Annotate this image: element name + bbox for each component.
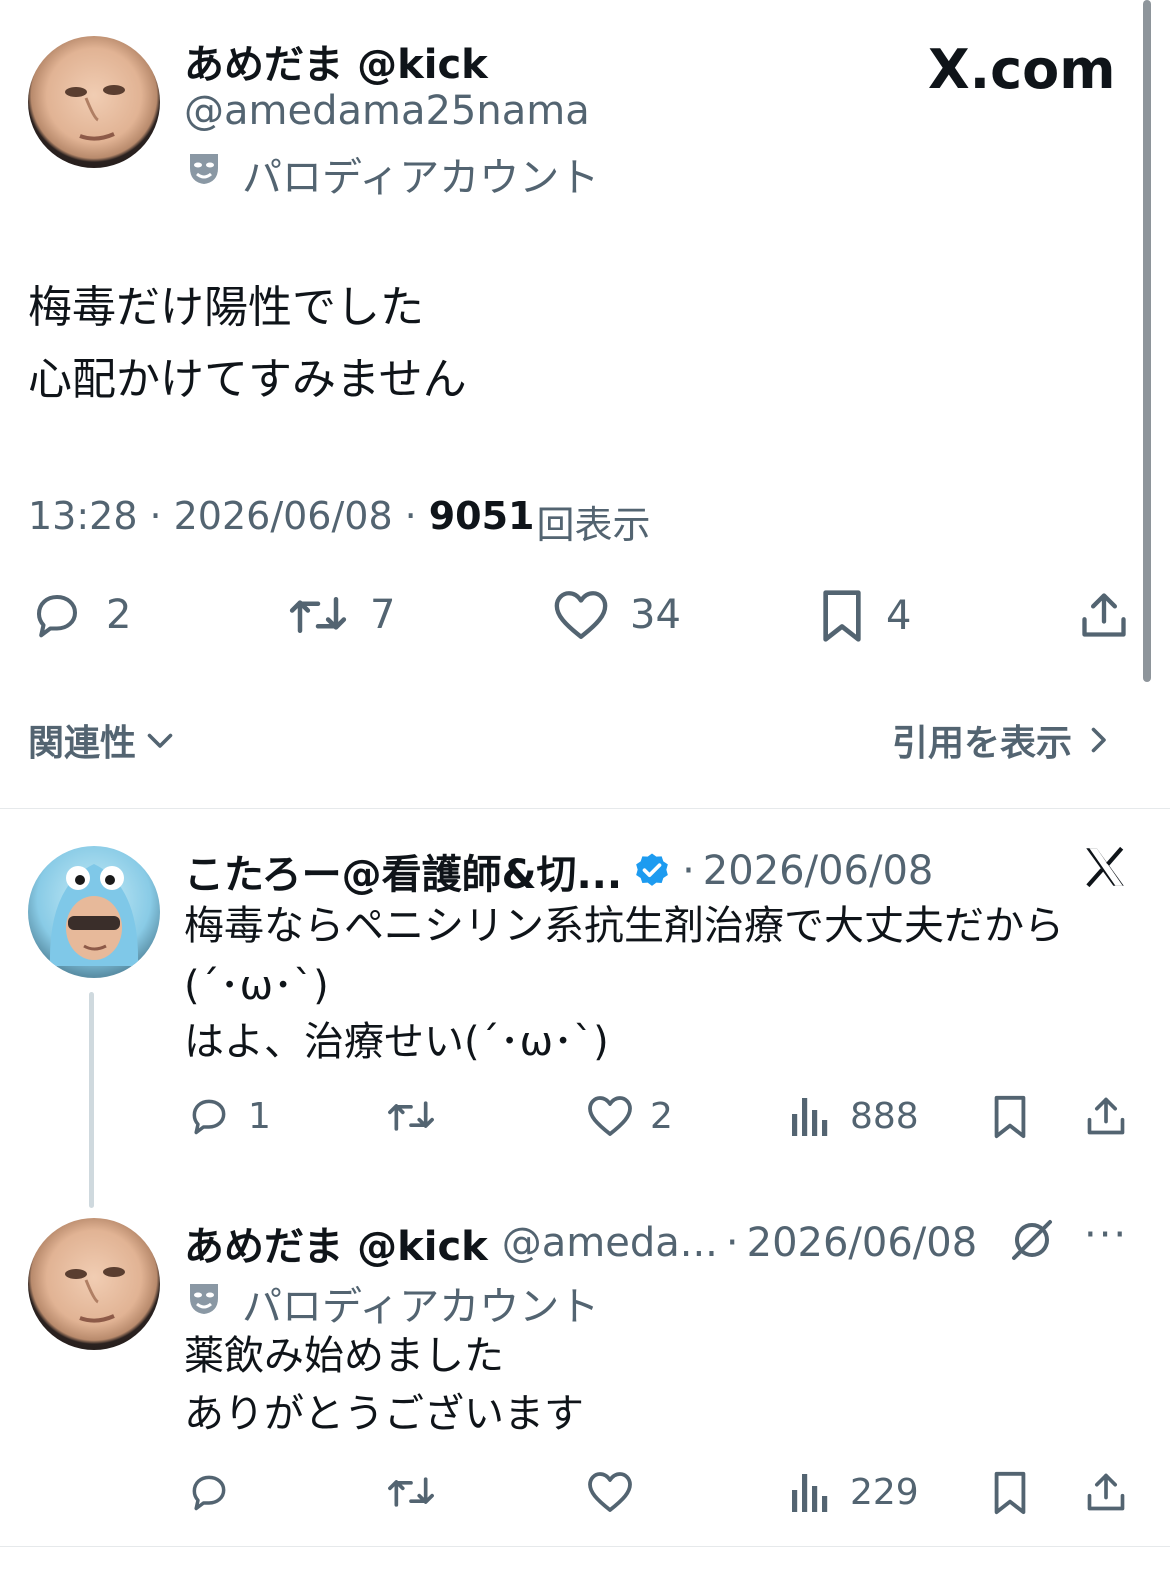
- reply1-text-line1: 梅毒ならペニシリン系抗生剤治療で大丈夫だから: [184, 903, 1064, 949]
- reply2-parody-label: パロディアカウント: [242, 1284, 600, 1330]
- parody-mask-icon: [186, 1280, 222, 1316]
- views-label: 回表示: [536, 503, 651, 547]
- meta-separator: ·: [725, 1220, 739, 1266]
- bookmark-icon: [823, 590, 861, 642]
- reply1-header: こたろー@看護師&切... · 2026/06/08: [184, 842, 933, 900]
- reply-icon: [192, 1475, 226, 1511]
- bookmark-icon: [994, 1471, 1026, 1515]
- reply1-retweet-button[interactable]: [384, 1094, 438, 1138]
- retweet-icon: [289, 597, 347, 633]
- retweet-count: 7: [370, 592, 396, 638]
- reply1-like-count: 2: [650, 1095, 673, 1137]
- retweet-icon: [388, 1477, 434, 1507]
- reply2-like-button[interactable]: [586, 1470, 634, 1514]
- reply2-share-button[interactable]: [1084, 1470, 1128, 1514]
- reply-button[interactable]: 2: [28, 588, 131, 642]
- chevron-down-icon: [147, 733, 173, 748]
- avatar-kotaro[interactable]: [28, 846, 160, 978]
- reply2-retweet-button[interactable]: [384, 1470, 438, 1514]
- reply1-text-line2: (´･ω･`): [184, 963, 329, 1009]
- view-quotes-label: 引用を表示: [892, 723, 1073, 764]
- reply2-author-handle[interactable]: @ameda...: [502, 1220, 718, 1266]
- heart-icon: [554, 591, 608, 639]
- share-icon: [1082, 593, 1126, 637]
- bookmark-button[interactable]: 4: [818, 588, 911, 644]
- relevance-sort-dropdown[interactable]: 関連性: [28, 714, 178, 766]
- heart-icon: [588, 1096, 632, 1136]
- reply2-text-line1: 薬飲み始めました: [184, 1333, 504, 1379]
- reply2-text-line2: ありがとうございます: [184, 1391, 584, 1437]
- main-tweet-text-line2: 心配かけてすみません: [28, 354, 467, 405]
- share-icon: [1087, 1473, 1125, 1511]
- reply2-date[interactable]: 2026/06/08: [747, 1220, 978, 1266]
- parody-mask-icon: [186, 150, 222, 186]
- main-tweet-text-line1: 梅毒だけ陽性でした: [28, 282, 424, 333]
- meta-separator: ·: [682, 848, 695, 894]
- reply2-views-button[interactable]: 229: [790, 1470, 919, 1514]
- retweet-icon: [388, 1101, 434, 1131]
- reply2-views-count: 229: [850, 1471, 919, 1513]
- bookmark-count: 4: [886, 593, 912, 639]
- divider: [0, 1546, 1170, 1547]
- share-button[interactable]: [1078, 588, 1130, 642]
- divider: [0, 808, 1170, 809]
- reply-count: 2: [106, 592, 132, 638]
- reply1-reply-count: 1: [248, 1095, 271, 1137]
- x-logo-icon: [1080, 842, 1130, 892]
- meta-separator: ·: [404, 494, 417, 538]
- reply1-share-button[interactable]: [1084, 1094, 1128, 1138]
- heart-icon: [588, 1472, 632, 1512]
- grok-icon[interactable]: [1008, 1216, 1056, 1264]
- tweet-meta: 13:28 · 2026/06/08 · 9051 回表示: [28, 494, 651, 549]
- tweet-time[interactable]: 13:28: [28, 494, 138, 549]
- relevance-label: 関連性: [28, 723, 137, 764]
- main-author-handle[interactable]: @amedama25nama: [184, 88, 590, 134]
- like-count: 34: [630, 592, 681, 638]
- analytics-icon: [792, 1474, 828, 1512]
- reply1-views-count: 888: [850, 1095, 919, 1137]
- analytics-icon: [792, 1098, 828, 1136]
- x-com-logo: X.com: [928, 38, 1116, 101]
- reply1-reply-button[interactable]: 1: [186, 1094, 271, 1138]
- meta-separator: ·: [149, 494, 162, 538]
- reply2-author-name[interactable]: あめだま @kick: [184, 1214, 488, 1272]
- reply-icon: [192, 1099, 226, 1135]
- verified-badge-icon: [636, 853, 668, 886]
- main-author-name[interactable]: あめだま @kick: [184, 32, 488, 90]
- tweet-date[interactable]: 2026/06/08: [174, 494, 393, 549]
- share-icon: [1087, 1097, 1125, 1135]
- reply2-reply-button[interactable]: [186, 1470, 232, 1514]
- thread-connector-line: [89, 992, 94, 1208]
- retweet-button[interactable]: 7: [286, 588, 395, 642]
- avatar-amedama-reply[interactable]: [28, 1218, 160, 1350]
- reply1-views-button[interactable]: 888: [790, 1094, 919, 1138]
- parody-account-label: パロディアカウント: [242, 155, 600, 201]
- reply1-bookmark-button[interactable]: [990, 1094, 1030, 1140]
- reply1-author-name[interactable]: こたろー@看護師&切...: [184, 842, 622, 900]
- reply1-like-button[interactable]: 2: [586, 1094, 673, 1138]
- like-button[interactable]: 34: [552, 588, 681, 642]
- bookmark-icon: [994, 1095, 1026, 1139]
- avatar-amedama[interactable]: [28, 36, 160, 168]
- reply-icon: [36, 594, 78, 638]
- reply2-bookmark-button[interactable]: [990, 1470, 1030, 1516]
- more-options-icon[interactable]: ···: [1084, 1212, 1128, 1258]
- view-quotes-link[interactable]: 引用を表示: [892, 714, 1116, 766]
- scrollbar[interactable]: [1143, 0, 1151, 682]
- reply2-header: あめだま @kick @ameda... · 2026/06/08: [184, 1214, 977, 1272]
- reply1-text-line3: はよ、治療せい(´･ω･`): [184, 1019, 609, 1065]
- chevron-right-icon: [1091, 727, 1106, 753]
- reply1-date[interactable]: 2026/06/08: [703, 848, 934, 894]
- views-count: 9051: [428, 494, 535, 538]
